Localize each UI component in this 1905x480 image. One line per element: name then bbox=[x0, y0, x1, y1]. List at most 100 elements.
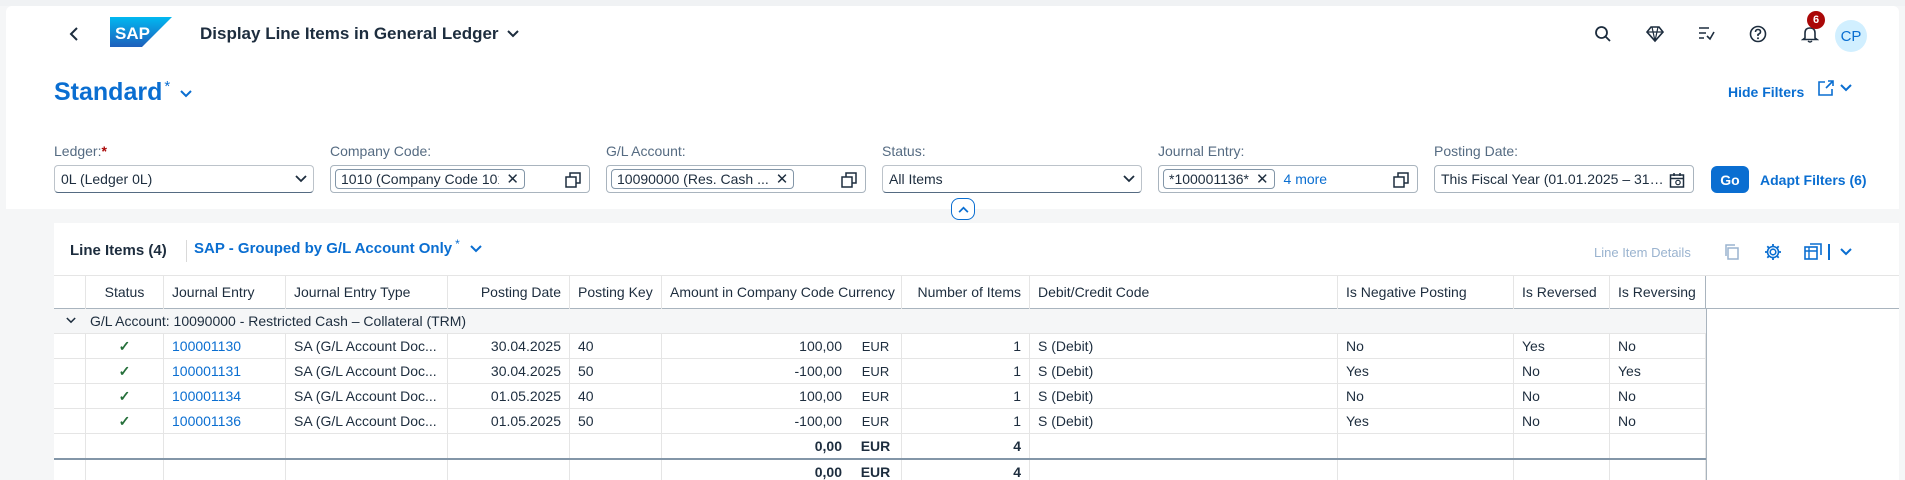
company-code-label: Company Code: bbox=[330, 143, 432, 159]
column-header[interactable]: Is Reversing bbox=[1610, 276, 1706, 309]
company-code-token[interactable]: 1010 (Company Code 1010) ✕ bbox=[335, 169, 525, 189]
debit-credit-code: S (Debit) bbox=[1030, 334, 1338, 359]
share-button[interactable] bbox=[1818, 80, 1852, 96]
hide-filters-button[interactable]: Hide Filters bbox=[1728, 84, 1804, 100]
column-header[interactable]: Posting Key bbox=[570, 276, 662, 309]
line-item-details-button[interactable]: Line Item Details bbox=[1594, 245, 1691, 260]
table-variant-selector[interactable]: SAP - Grouped by G/L Account Only * bbox=[194, 237, 482, 257]
variant-name: Standard bbox=[54, 78, 163, 106]
adapt-filters-button[interactable]: Adapt Filters (6) bbox=[1760, 172, 1867, 188]
group-label: G/L Account: 10090000 - Restricted Cash … bbox=[90, 313, 467, 329]
number-of-items: 1 bbox=[902, 359, 1030, 384]
column-header[interactable]: Number of Items bbox=[902, 276, 1030, 309]
number-of-items: 1 bbox=[902, 409, 1030, 434]
is-reversed: Yes bbox=[1514, 334, 1610, 359]
total-row: 0,00 EUR 4 bbox=[54, 460, 1706, 480]
amount: -100,00 bbox=[794, 413, 842, 429]
is-negative-posting: Yes bbox=[1338, 359, 1514, 384]
journal-entry-link[interactable]: 100001130 bbox=[164, 334, 286, 359]
copy-button[interactable] bbox=[1721, 241, 1743, 263]
copy-icon bbox=[1725, 244, 1739, 260]
posting-key: 40 bbox=[570, 384, 662, 409]
value-help-icon[interactable] bbox=[565, 172, 581, 188]
is-reversed: No bbox=[1514, 384, 1610, 409]
chevron-down-icon bbox=[470, 244, 482, 252]
table-row[interactable]: ✓ 100001134 SA (G/L Account Doc... 01.05.20… bbox=[54, 384, 1706, 409]
column-header[interactable]: Journal Entry Type bbox=[286, 276, 448, 309]
whats-new-button[interactable] bbox=[1694, 22, 1718, 46]
company-code-input[interactable]: 1010 (Company Code 1010) ✕ bbox=[330, 165, 590, 193]
posting-date-input[interactable]: This Fiscal Year (01.01.2025 – 31.12.202… bbox=[1434, 165, 1694, 193]
is-negative-posting: No bbox=[1338, 384, 1514, 409]
table-row[interactable]: ✓ 100001136 SA (G/L Account Doc... 01.05.20… bbox=[54, 409, 1706, 434]
gl-account-token[interactable]: 10090000 (Res. Cash ... ✕ bbox=[611, 169, 795, 189]
variant-selector[interactable]: Standard * bbox=[54, 78, 192, 107]
column-header[interactable]: Posting Date bbox=[448, 276, 570, 309]
column-header[interactable]: Is Negative Posting bbox=[1338, 276, 1514, 309]
ledger-select[interactable]: 0L (Ledger 0L) bbox=[54, 165, 314, 193]
search-button[interactable] bbox=[1591, 22, 1615, 46]
sap-logo[interactable]: SAP bbox=[110, 17, 172, 47]
value-help-icon[interactable] bbox=[841, 172, 857, 188]
column-header[interactable]: Journal Entry bbox=[164, 276, 286, 309]
column-header[interactable]: Is Reversed bbox=[1514, 276, 1610, 309]
chevron-down-icon bbox=[506, 30, 519, 38]
remove-token-icon[interactable]: ✕ bbox=[1256, 170, 1269, 188]
status-select[interactable]: All Items bbox=[882, 165, 1142, 193]
journal-entry-link[interactable]: 100001136 bbox=[164, 409, 286, 434]
selection-cell bbox=[54, 384, 86, 409]
amount: -100,00 bbox=[794, 363, 842, 379]
currency: EUR bbox=[850, 359, 902, 384]
value-help-icon[interactable] bbox=[1393, 172, 1409, 188]
more-tokens-link[interactable]: 4 more bbox=[1284, 171, 1328, 187]
column-header[interactable]: Status bbox=[86, 276, 164, 309]
number-of-items: 1 bbox=[902, 384, 1030, 409]
ledger-label: Ledger:* bbox=[54, 143, 107, 159]
table-row[interactable]: ✓ 100001131 SA (G/L Account Doc... 30.04.20… bbox=[54, 359, 1706, 384]
subtotal-currency: EUR bbox=[850, 434, 902, 459]
column-header[interactable]: Debit/Credit Code bbox=[1030, 276, 1338, 309]
remove-token-icon[interactable]: ✕ bbox=[776, 170, 789, 188]
export-menu-button[interactable] bbox=[1835, 241, 1857, 263]
help-button[interactable] bbox=[1746, 22, 1770, 46]
settings-button[interactable] bbox=[1762, 241, 1784, 263]
column-header[interactable]: Amount in Company Code Currency bbox=[662, 276, 902, 309]
ledger-value: 0L (Ledger 0L) bbox=[61, 171, 153, 187]
currency: EUR bbox=[850, 409, 902, 434]
user-avatar[interactable]: CP bbox=[1835, 20, 1867, 52]
posting-key: 50 bbox=[570, 359, 662, 384]
help-icon bbox=[1749, 25, 1767, 43]
chevron-down-icon bbox=[1840, 84, 1852, 92]
journal-entry-link[interactable]: 100001131 bbox=[164, 359, 286, 384]
joule-button[interactable] bbox=[1643, 22, 1667, 46]
currency: EUR bbox=[850, 334, 902, 359]
chevron-down-icon bbox=[180, 89, 192, 97]
is-reversing: No bbox=[1610, 384, 1706, 409]
table-row[interactable]: ✓ 100001130 SA (G/L Account Doc... 30.04.20… bbox=[54, 334, 1706, 359]
journal-entry-input[interactable]: *100001136* ✕ 4 more bbox=[1158, 165, 1418, 193]
status-check-icon: ✓ bbox=[86, 359, 164, 384]
remove-token-icon[interactable]: ✕ bbox=[506, 170, 519, 188]
gl-account-input[interactable]: 10090000 (Res. Cash ... ✕ bbox=[606, 165, 866, 193]
selection-cell bbox=[54, 334, 86, 359]
journal-entry-token[interactable]: *100001136* ✕ bbox=[1163, 169, 1275, 189]
back-button[interactable] bbox=[64, 24, 84, 44]
status-check-icon: ✓ bbox=[86, 409, 164, 434]
app-title-menu[interactable]: Display Line Items in General Ledger bbox=[200, 24, 519, 44]
app-page: SAP Display Line Items in General Ledger… bbox=[6, 6, 1899, 480]
subtotal-items: 4 bbox=[902, 434, 1030, 459]
svg-text:SAP: SAP bbox=[115, 24, 150, 43]
group-header-row[interactable]: G/L Account: 10090000 - Restricted Cash … bbox=[54, 309, 1706, 334]
total-amount: 0,00 bbox=[814, 464, 842, 480]
collapse-header-button[interactable] bbox=[951, 198, 975, 220]
debit-credit-code: S (Debit) bbox=[1030, 409, 1338, 434]
go-button[interactable]: Go bbox=[1711, 166, 1749, 193]
export-button[interactable] bbox=[1802, 241, 1824, 263]
table-title: Line Items (4) bbox=[70, 242, 167, 259]
calendar-icon[interactable] bbox=[1669, 172, 1685, 188]
journal-entry-link[interactable]: 100001134 bbox=[164, 384, 286, 409]
chevron-down-icon[interactable] bbox=[66, 317, 76, 324]
posting-key: 50 bbox=[570, 409, 662, 434]
line-items-table-card: Line Items (4) SAP - Grouped by G/L Acco… bbox=[54, 223, 1899, 480]
selection-column-header bbox=[54, 276, 86, 309]
